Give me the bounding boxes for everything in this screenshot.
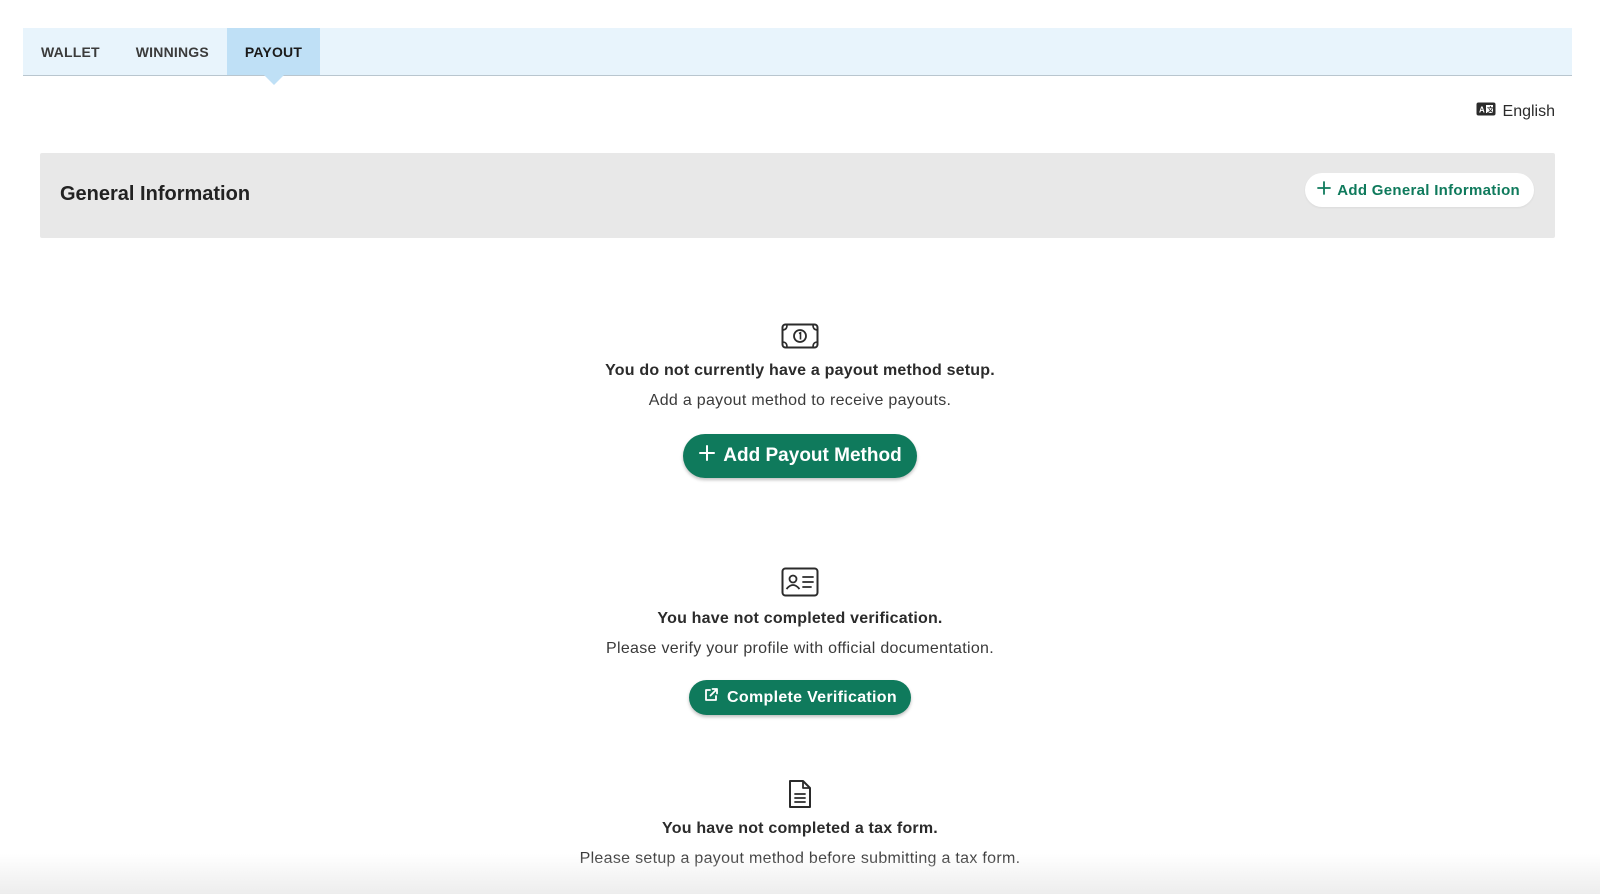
tab-wallet[interactable]: WALLET (23, 28, 118, 75)
language-label: English (1502, 102, 1555, 120)
id-card-icon (781, 567, 819, 597)
verification-subtitle: Please verify your profile with official… (606, 640, 994, 657)
add-general-information-label: Add General Information (1337, 181, 1520, 199)
add-payout-method-button[interactable]: Add Payout Method (683, 434, 917, 478)
payout-method-section: You do not currently have a payout metho… (0, 323, 1600, 478)
language-card-icon: A 文 (1476, 102, 1496, 121)
language-selector[interactable]: A 文 English (1476, 102, 1555, 121)
complete-verification-button[interactable]: Complete Verification (689, 680, 911, 715)
tab-wallet-label: WALLET (41, 43, 100, 60)
tab-payout[interactable]: PAYOUT (226, 28, 321, 75)
tax-form-subtitle: Please setup a payout method before subm… (579, 850, 1021, 867)
payout-method-title: You do not currently have a payout metho… (605, 362, 995, 379)
external-link-icon (703, 687, 719, 708)
general-information-panel: General Information Add General Informat… (40, 153, 1555, 238)
plus-icon (699, 445, 716, 467)
add-payout-method-label: Add Payout Method (723, 445, 902, 466)
tax-form-title: You have not completed a tax form. (662, 820, 938, 837)
plus-icon (1317, 181, 1332, 199)
tab-winnings[interactable]: WINNINGS (118, 28, 227, 75)
tab-winnings-label: WINNINGS (135, 43, 209, 60)
verification-title: You have not completed verification. (657, 610, 943, 627)
payout-method-subtitle: Add a payout method to receive payouts. (648, 392, 952, 409)
money-bill-icon (781, 323, 819, 353)
svg-text:文: 文 (1487, 105, 1495, 114)
add-general-information-button[interactable]: Add General Information (1305, 173, 1534, 207)
payout-page: WALLET WINNINGS PAYOUT A 文 English Gener… (0, 0, 1600, 894)
complete-verification-label: Complete Verification (727, 688, 897, 706)
verification-section: You have not completed verification. Ple… (0, 567, 1600, 715)
document-icon (787, 779, 813, 809)
general-information-title: General Information (60, 183, 251, 205)
tab-bar: WALLET WINNINGS PAYOUT (23, 28, 1572, 76)
tax-form-section: You have not completed a tax form. Pleas… (0, 779, 1600, 868)
tab-payout-label: PAYOUT (244, 43, 303, 60)
svg-text:A: A (1479, 106, 1485, 115)
